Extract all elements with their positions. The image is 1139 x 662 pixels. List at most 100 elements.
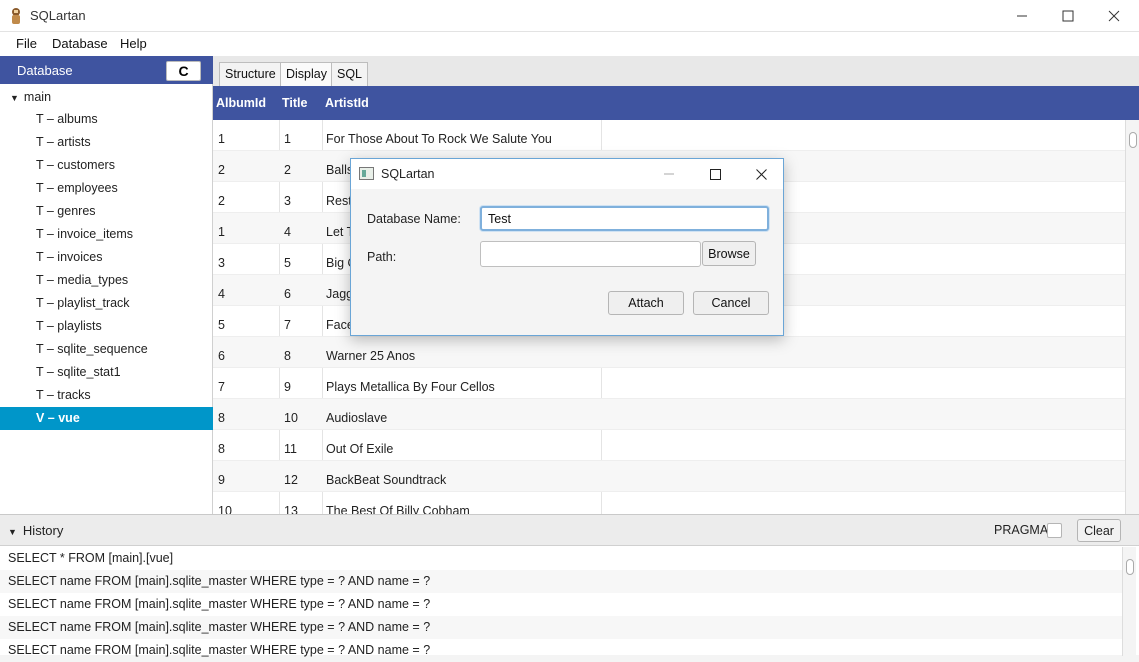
table-cell[interactable]: 7 (284, 318, 291, 332)
table-cell[interactable]: 2 (218, 194, 225, 208)
minimize-button[interactable] (999, 0, 1045, 32)
table-row[interactable]: 8 11 Out Of Exile (213, 430, 1125, 461)
table-cell[interactable]: Warner 25 Anos (326, 349, 415, 363)
history-row[interactable]: SELECT name FROM [main].sqlite_master WH… (0, 616, 1122, 639)
window-title: SQLartan (30, 8, 86, 23)
history-row[interactable]: SELECT name FROM [main].sqlite_master WH… (0, 593, 1122, 616)
table-cell[interactable]: 2 (284, 163, 291, 177)
refresh-button[interactable]: C (166, 61, 201, 81)
table-cell[interactable]: Audioslave (326, 411, 387, 425)
history-row[interactable]: SELECT name FROM [main].sqlite_master WH… (0, 570, 1122, 593)
history-row[interactable]: SELECT * FROM [main].[vue] (0, 547, 1122, 570)
table-cell[interactable]: 5 (284, 256, 291, 270)
maximize-button[interactable] (1045, 0, 1091, 32)
tree-item[interactable]: T – sqlite_stat1 (0, 361, 213, 384)
table-cell[interactable]: 1 (218, 132, 225, 146)
history-scrollbar[interactable] (1122, 547, 1136, 656)
table-cell[interactable]: For Those About To Rock We Salute You (326, 132, 552, 146)
tree-item[interactable]: T – customers (0, 154, 213, 177)
tab-structure[interactable]: Structure (219, 62, 282, 86)
table-cell[interactable]: Rest (326, 194, 352, 208)
table-cell[interactable]: 7 (218, 380, 225, 394)
column-header[interactable]: AlbumId (216, 96, 266, 110)
table-row[interactable]: 7 9 Plays Metallica By Four Cellos (213, 368, 1125, 399)
tree-item-selected[interactable]: V – vue (0, 407, 213, 430)
tree-item[interactable]: T – albums (0, 108, 213, 131)
tree-item[interactable]: T – tracks (0, 384, 213, 407)
table-cell[interactable]: BackBeat Soundtrack (326, 473, 446, 487)
tab-bar: Structure Display SQL (213, 56, 1139, 86)
dialog-close-button[interactable] (741, 161, 781, 187)
table-cell[interactable]: 8 (284, 349, 291, 363)
table-cell[interactable]: 9 (284, 380, 291, 394)
table-scrollbar[interactable] (1125, 120, 1139, 514)
history-row[interactable]: SELECT name FROM [main].sqlite_master WH… (0, 639, 1122, 662)
tree-item[interactable]: T – playlists (0, 315, 213, 338)
tree-item[interactable]: T – artists (0, 131, 213, 154)
dialog-maximize-button[interactable] (695, 161, 735, 187)
table-cell[interactable]: 6 (218, 349, 225, 363)
tree-item[interactable]: T – genres (0, 200, 213, 223)
path-input[interactable] (480, 241, 701, 267)
table-row[interactable]: 9 12 BackBeat Soundtrack (213, 461, 1125, 492)
tree-item[interactable]: T – sqlite_sequence (0, 338, 213, 361)
table-cell[interactable]: 12 (284, 473, 298, 487)
table-cell[interactable]: 3 (218, 256, 225, 270)
table-row[interactable]: 8 10 Audioslave (213, 399, 1125, 430)
dialog-app-icon (359, 167, 374, 180)
table-cell[interactable]: 5 (218, 318, 225, 332)
table-row[interactable]: 1 1 For Those About To Rock We Salute You (213, 120, 1125, 151)
table-cell[interactable]: 3 (284, 194, 291, 208)
menu-bar: File Database Help (0, 32, 1139, 56)
menu-database[interactable]: Database (52, 36, 108, 51)
close-button[interactable] (1091, 0, 1137, 32)
table-cell[interactable]: Plays Metallica By Four Cellos (326, 380, 495, 394)
table-cell[interactable]: 8 (218, 442, 225, 456)
pragma-checkbox[interactable] (1047, 523, 1062, 538)
tree-list: T – albums T – artists T – customers T –… (0, 108, 213, 430)
table-cell[interactable]: 1 (218, 225, 225, 239)
table-cell[interactable]: 10 (284, 411, 298, 425)
table-cell[interactable]: 6 (284, 287, 291, 301)
column-header[interactable]: Title (282, 96, 307, 110)
tree-root-main[interactable]: ▼ main (10, 90, 51, 104)
dialog-minimize-button[interactable] (649, 161, 689, 187)
database-name-input[interactable] (480, 206, 769, 231)
table-cell[interactable]: 4 (218, 287, 225, 301)
table-cell[interactable]: 8 (218, 411, 225, 425)
table-row[interactable]: 6 8 Warner 25 Anos (213, 337, 1125, 368)
table-cell[interactable]: 11 (284, 442, 297, 456)
table-cell[interactable]: 9 (218, 473, 225, 487)
table-row[interactable]: 10 13 The Best Of Billy Cobham (213, 492, 1125, 514)
app-window: SQLartan File Database Help Database C ▼… (0, 0, 1139, 657)
column-header[interactable]: ArtistId (325, 96, 369, 110)
tree-item[interactable]: T – employees (0, 177, 213, 200)
tree-item[interactable]: T – invoices (0, 246, 213, 269)
tab-sql[interactable]: SQL (331, 62, 369, 86)
attach-button[interactable]: Attach (608, 291, 684, 315)
expand-triangle-icon[interactable]: ▼ (10, 93, 19, 103)
tree-item[interactable]: T – media_types (0, 269, 213, 292)
refresh-icon: C (178, 63, 189, 79)
clear-button[interactable]: Clear (1077, 519, 1121, 542)
table-cell[interactable]: 2 (218, 163, 225, 177)
scroll-thumb[interactable] (1129, 132, 1137, 148)
collapse-triangle-icon[interactable]: ▼ (8, 527, 17, 537)
history-toggle[interactable]: ▼ History (8, 523, 63, 538)
table-cell[interactable]: 4 (284, 225, 291, 239)
table-cell[interactable]: 13 (284, 504, 298, 514)
table-cell[interactable]: Out Of Exile (326, 442, 393, 456)
history-header: ▼ History PRAGMA Clear (0, 515, 1139, 546)
browse-button[interactable]: Browse (702, 241, 756, 266)
tree-item[interactable]: T – invoice_items (0, 223, 213, 246)
cancel-button[interactable]: Cancel (693, 291, 769, 315)
database-name-label: Database Name: (367, 212, 461, 226)
table-cell[interactable]: 1 (284, 132, 291, 146)
tab-display[interactable]: Display (280, 62, 333, 86)
menu-file[interactable]: File (16, 36, 37, 51)
table-cell[interactable]: 10 (218, 504, 232, 514)
menu-help[interactable]: Help (120, 36, 147, 51)
tree-item[interactable]: T – playlist_track (0, 292, 213, 315)
scroll-thumb[interactable] (1126, 559, 1134, 575)
table-cell[interactable]: The Best Of Billy Cobham (326, 504, 470, 514)
